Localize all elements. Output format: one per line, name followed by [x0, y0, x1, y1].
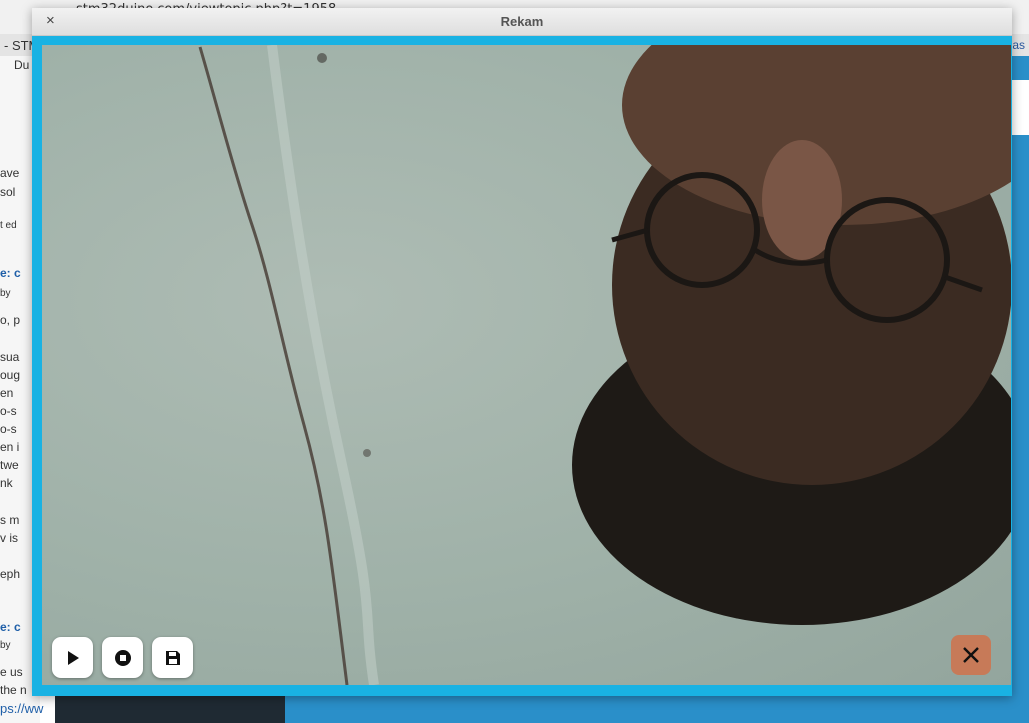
background-text: o-s — [0, 404, 17, 418]
webcam-preview — [42, 45, 1011, 685]
record-icon — [114, 649, 131, 666]
background-text: e us — [0, 665, 23, 679]
background-text: oug — [0, 368, 21, 382]
background-link[interactable]: ps://ww — [0, 701, 43, 716]
window-title: Rekam — [500, 14, 544, 29]
save-icon — [165, 650, 180, 665]
background-text: o, p — [0, 313, 21, 327]
background-text: sua — [0, 350, 20, 364]
close-icon — [963, 647, 979, 663]
background-page-right-panel — [1012, 80, 1029, 135]
background-text: by — [0, 640, 11, 651]
save-button[interactable] — [152, 637, 193, 678]
background-text: en i — [0, 440, 20, 454]
background-text: o-s — [0, 422, 17, 436]
background-text: eph — [0, 567, 21, 581]
background-text: t ed — [0, 220, 17, 231]
play-button[interactable] — [52, 637, 93, 678]
background-text: sol — [0, 185, 16, 199]
background-text: v is — [0, 531, 18, 545]
background-post-title[interactable]: e: c — [0, 620, 21, 634]
background-text: the n — [0, 683, 27, 697]
background-post-title[interactable]: e: c — [0, 266, 21, 280]
background-text: s m — [0, 513, 20, 527]
background-text: en — [0, 386, 14, 400]
background-text: by — [0, 288, 11, 299]
window-titlebar[interactable]: × Rekam — [32, 8, 1012, 36]
background-text: Du — [14, 58, 30, 72]
close-preview-button[interactable] — [951, 635, 991, 675]
background-text: twe — [0, 458, 19, 472]
rekam-window: × Rekam — [32, 8, 1012, 696]
play-icon — [67, 650, 79, 665]
background-text: nk — [0, 476, 13, 490]
record-button[interactable] — [102, 637, 143, 678]
background-bottom-bar — [285, 695, 1029, 723]
webcam-scene — [198, 45, 1011, 685]
background-text: ave — [0, 166, 20, 180]
background-page-right-strip — [1012, 56, 1029, 723]
